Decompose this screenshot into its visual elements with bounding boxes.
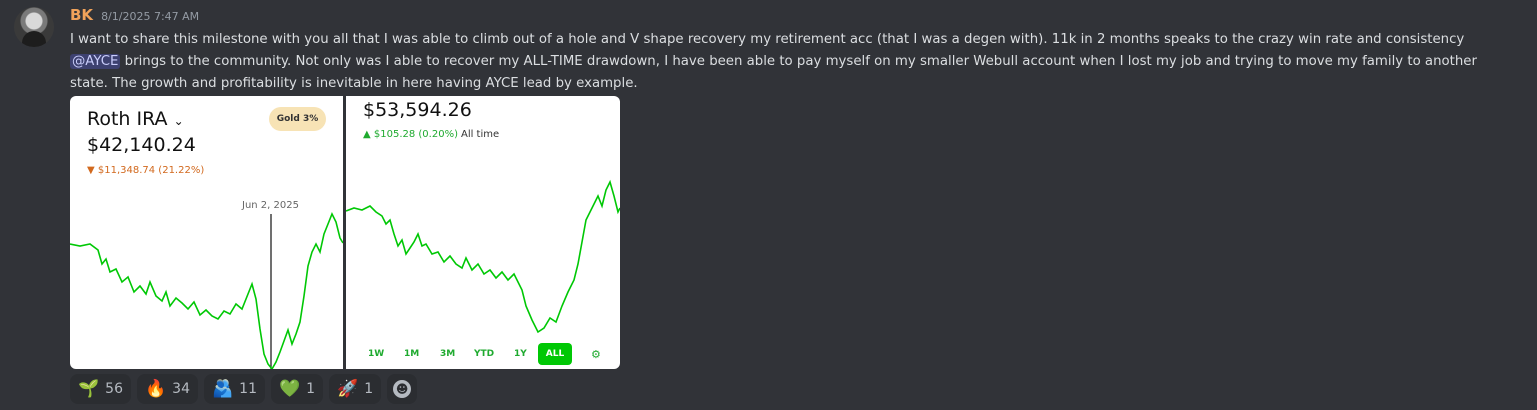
image-attachment-roth-ira[interactable]: Roth IRA ⌄ $42,140.24 ▼ $11,348.74 (21.2… xyxy=(70,96,343,369)
account-name[interactable]: Roth IRA ⌄ xyxy=(87,108,184,130)
account-change: ▼ $11,348.74 (21.22%) xyxy=(87,165,205,176)
message-header: BK 8/1/2025 7:47 AM xyxy=(70,6,199,28)
reaction-green-heart[interactable]: 💚 1 xyxy=(271,374,324,404)
chevron-down-icon[interactable]: ⌄ xyxy=(174,114,184,128)
message-text-part1: I want to share this milestone with you … xyxy=(70,32,1465,47)
timeframe-1m[interactable]: 1M xyxy=(404,343,419,365)
reaction-count: 34 xyxy=(172,381,190,397)
reaction-rocket[interactable]: 🚀 1 xyxy=(329,374,382,404)
gear-icon[interactable]: ⚙ xyxy=(591,343,601,365)
people-hugging-icon: 🫂 xyxy=(212,379,234,399)
fire-icon: 🔥 xyxy=(145,379,167,399)
account-value: $42,140.24 xyxy=(87,134,196,156)
chart-date-label: Jun 2, 2025 xyxy=(242,200,299,211)
username[interactable]: BK xyxy=(70,6,93,24)
timeframe-3m[interactable]: 3M xyxy=(440,343,455,365)
timeframe-all[interactable]: ALL xyxy=(538,343,572,365)
timeframe-ytd[interactable]: YTD xyxy=(474,343,494,365)
portfolio-value: $53,594.26 xyxy=(363,99,472,121)
reaction-count: 11 xyxy=(239,381,257,397)
roth-ira-line xyxy=(70,212,343,369)
image-attachment-portfolio[interactable]: $53,594.26 ▲ $105.28 (0.20%) All time 1W … xyxy=(346,96,620,369)
reaction-fire[interactable]: 🔥 34 xyxy=(137,374,198,404)
reaction-seedling[interactable]: 🌱 56 xyxy=(70,374,131,404)
reaction-people-hugging[interactable]: 🫂 11 xyxy=(204,374,265,404)
gold-badge[interactable]: Gold 3% xyxy=(269,107,326,131)
reactions-bar: 🌱 56 🔥 34 🫂 11 💚 1 🚀 1 ☻ xyxy=(70,374,423,404)
timeframe-selector: 1W 1M 3M YTD 1Y ALL ⚙ xyxy=(346,341,620,367)
portfolio-line xyxy=(346,179,620,334)
reaction-count: 56 xyxy=(105,381,123,397)
user-mention[interactable]: @AYCE xyxy=(70,54,121,69)
seedling-icon: 🌱 xyxy=(78,379,100,399)
rocket-icon: 🚀 xyxy=(337,379,359,399)
change-period: All time xyxy=(460,129,500,140)
timeframe-1y[interactable]: 1Y xyxy=(514,343,527,365)
green-heart-icon: 💚 xyxy=(279,379,301,399)
reaction-count: 1 xyxy=(364,381,374,397)
portfolio-change: ▲ $105.28 (0.20%) All time xyxy=(363,129,500,140)
smiley-add-icon: ☻ xyxy=(393,380,412,398)
message-body: I want to share this milestone with you … xyxy=(70,29,1510,95)
message-text-part2: brings to the community. Not only was I … xyxy=(70,54,1482,91)
avatar[interactable] xyxy=(14,7,54,47)
timeframe-1w[interactable]: 1W xyxy=(368,343,384,365)
add-reaction-button[interactable]: ☻ xyxy=(387,374,418,404)
reaction-count: 1 xyxy=(306,381,316,397)
timestamp: 8/1/2025 7:47 AM xyxy=(101,10,200,23)
